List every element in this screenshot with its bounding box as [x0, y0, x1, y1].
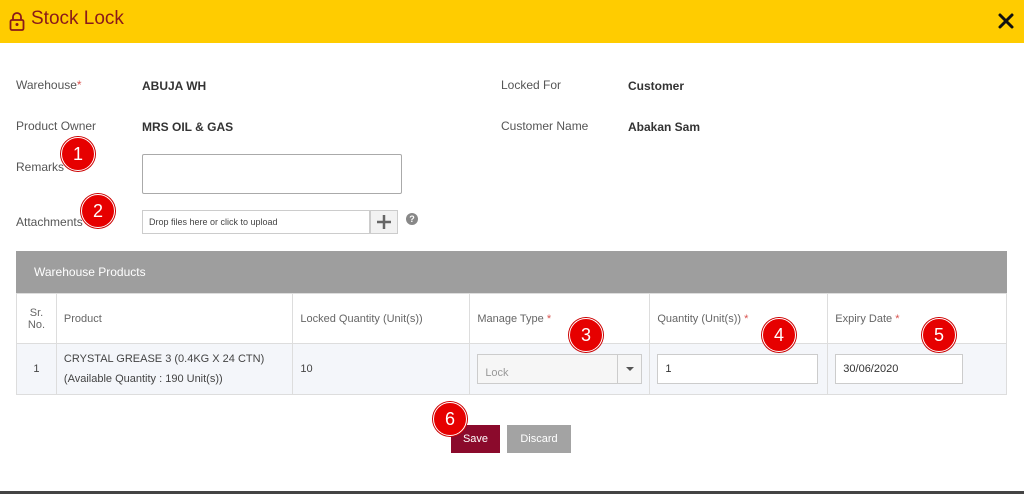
cell-manage-type: Lock	[469, 343, 651, 395]
close-icon[interactable]	[995, 10, 1017, 32]
warehouse-products-table: Sr. No. Product Locked Quantity (Unit(s)…	[16, 293, 1007, 395]
cell-quantity	[649, 343, 829, 395]
product-available-quantity: (Available Quantity : 190 Unit(s))	[63, 373, 223, 385]
product-name: CRYSTAL GREASE 3 (0.4KG X 24 CTN)	[63, 353, 265, 365]
modal-header: Stock Lock	[0, 0, 1024, 43]
col-product: Product	[55, 293, 294, 344]
customer-name-value: Abakan Sam	[628, 120, 701, 134]
upload-dropzone[interactable]: Drop files here or click to upload	[142, 210, 370, 234]
remarks-input[interactable]	[142, 154, 402, 194]
col-quantity: Quantity (Unit(s)) *	[649, 293, 829, 344]
lock-icon	[9, 12, 25, 31]
warehouse-label: Warehouse*	[16, 78, 82, 92]
quantity-input[interactable]	[657, 354, 819, 384]
annotation-badge-4: 4	[762, 318, 796, 352]
product-owner-value: MRS OIL & GAS	[142, 120, 234, 134]
locked-for-label: Locked For	[501, 78, 562, 92]
attachments-label: Attachments	[16, 215, 83, 229]
manage-type-value: Lock	[485, 367, 509, 379]
annotation-badge-6: 6	[433, 402, 467, 436]
add-attachment-button[interactable]	[370, 210, 398, 234]
cell-product: CRYSTAL GREASE 3 (0.4KG X 24 CTN) (Avail…	[55, 343, 294, 395]
plus-icon	[377, 215, 391, 229]
help-icon[interactable]: ?	[406, 213, 418, 225]
expiry-date-input[interactable]	[835, 354, 964, 384]
annotation-badge-3: 3	[569, 318, 603, 352]
cell-sr-no: 1	[16, 343, 57, 395]
col-manage-type: Manage Type *	[469, 293, 651, 344]
customer-name-label: Customer Name	[501, 119, 589, 133]
dropdown-toggle[interactable]	[617, 355, 641, 383]
cell-locked-quantity: 10	[292, 343, 471, 395]
col-sr-no: Sr. No.	[16, 293, 57, 344]
col-locked-quantity: Locked Quantity (Unit(s))	[292, 293, 471, 344]
col-expiry-date: Expiry Date *	[827, 293, 1007, 344]
cell-expiry-date	[827, 343, 1007, 395]
warehouse-products-header: Warehouse Products	[16, 251, 1007, 293]
remarks-label: Remarks	[16, 160, 65, 174]
warehouse-value: ABUJA WH	[142, 79, 207, 93]
annotation-badge-2: 2	[81, 194, 115, 228]
table-row: 1 CRYSTAL GREASE 3 (0.4KG X 24 CTN) (Ava…	[16, 343, 1007, 395]
table-header-row: Sr. No. Product Locked Quantity (Unit(s)…	[16, 293, 1007, 344]
annotation-badge-1: 1	[61, 137, 95, 171]
locked-for-value: Customer	[628, 79, 685, 93]
modal-title: Stock Lock	[31, 8, 124, 29]
discard-button[interactable]: Discard	[507, 425, 571, 453]
chevron-down-icon	[626, 367, 635, 371]
annotation-badge-5: 5	[922, 318, 956, 352]
product-owner-label: Product Owner	[16, 119, 97, 133]
manage-type-select[interactable]: Lock	[477, 354, 643, 384]
